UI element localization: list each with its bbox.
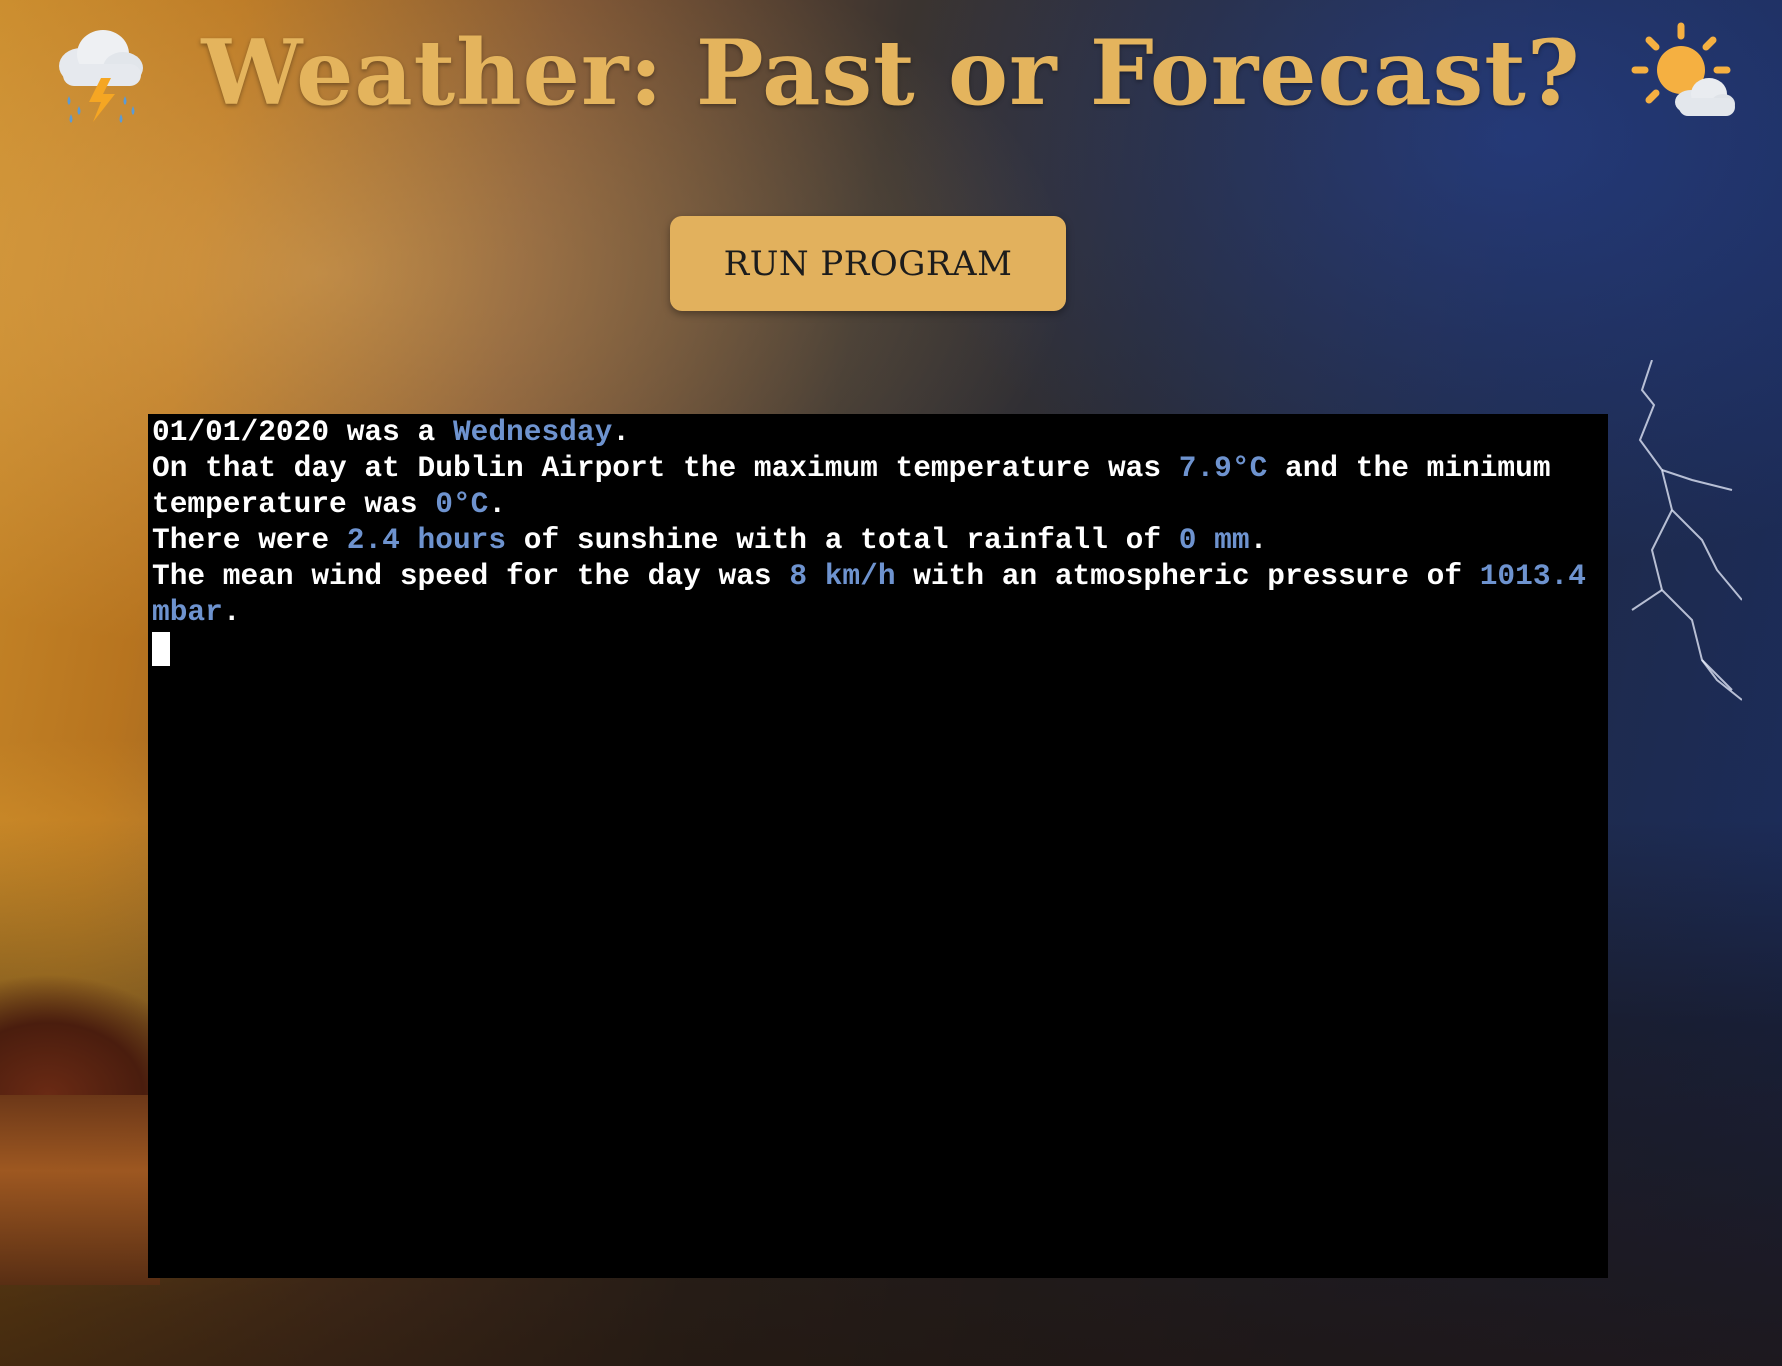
text-segment: The mean wind speed for the day was [152,559,790,593]
weekday-value: Wednesday [452,415,613,449]
terminal-line-wind: The mean wind speed for the day was 8 km… [152,558,1604,630]
text-segment: with an atmospheric pressure of [895,559,1480,593]
terminal-cursor [152,632,170,666]
sun-behind-cloud-icon [1631,22,1735,116]
text-segment: 01/01/2020 was a [152,415,453,449]
text-segment: . [612,415,630,449]
island-silhouette [0,945,160,1095]
terminal-line-temperature: On that day at Dublin Airport the maximu… [152,450,1604,522]
page-header: Weather: Past or Forecast? [0,18,1782,128]
text-segment: There were [152,523,347,557]
min-temperature-value: 0°C [435,487,489,521]
water-reflection [0,1095,160,1285]
terminal-line-sunshine: There were 2.4 hours of sunshine with a … [152,522,1604,558]
text-segment: . [222,595,241,629]
wind-speed-value: 8 km/h [789,559,896,593]
text-segment: . [1249,523,1268,557]
max-temperature-value: 7.9°C [1178,451,1268,485]
terminal-line-date: 01/01/2020 was a Wednesday. [152,414,1604,450]
terminal-output[interactable]: 01/01/2020 was a Wednesday. On that day … [148,414,1608,1278]
run-program-button[interactable]: RUN PROGRAM [670,216,1066,311]
text-segment: of sunshine with a total rainfall of [506,523,1179,557]
text-segment: . [488,487,507,521]
text-segment: On that day at Dublin Airport the maximu… [152,451,1179,485]
sunshine-hours-value: 2.4 hours [346,523,507,557]
page-title: Weather: Past or Forecast? [201,20,1581,126]
rainfall-value: 0 mm [1178,523,1250,557]
thunderstorm-cloud-icon [59,30,144,123]
